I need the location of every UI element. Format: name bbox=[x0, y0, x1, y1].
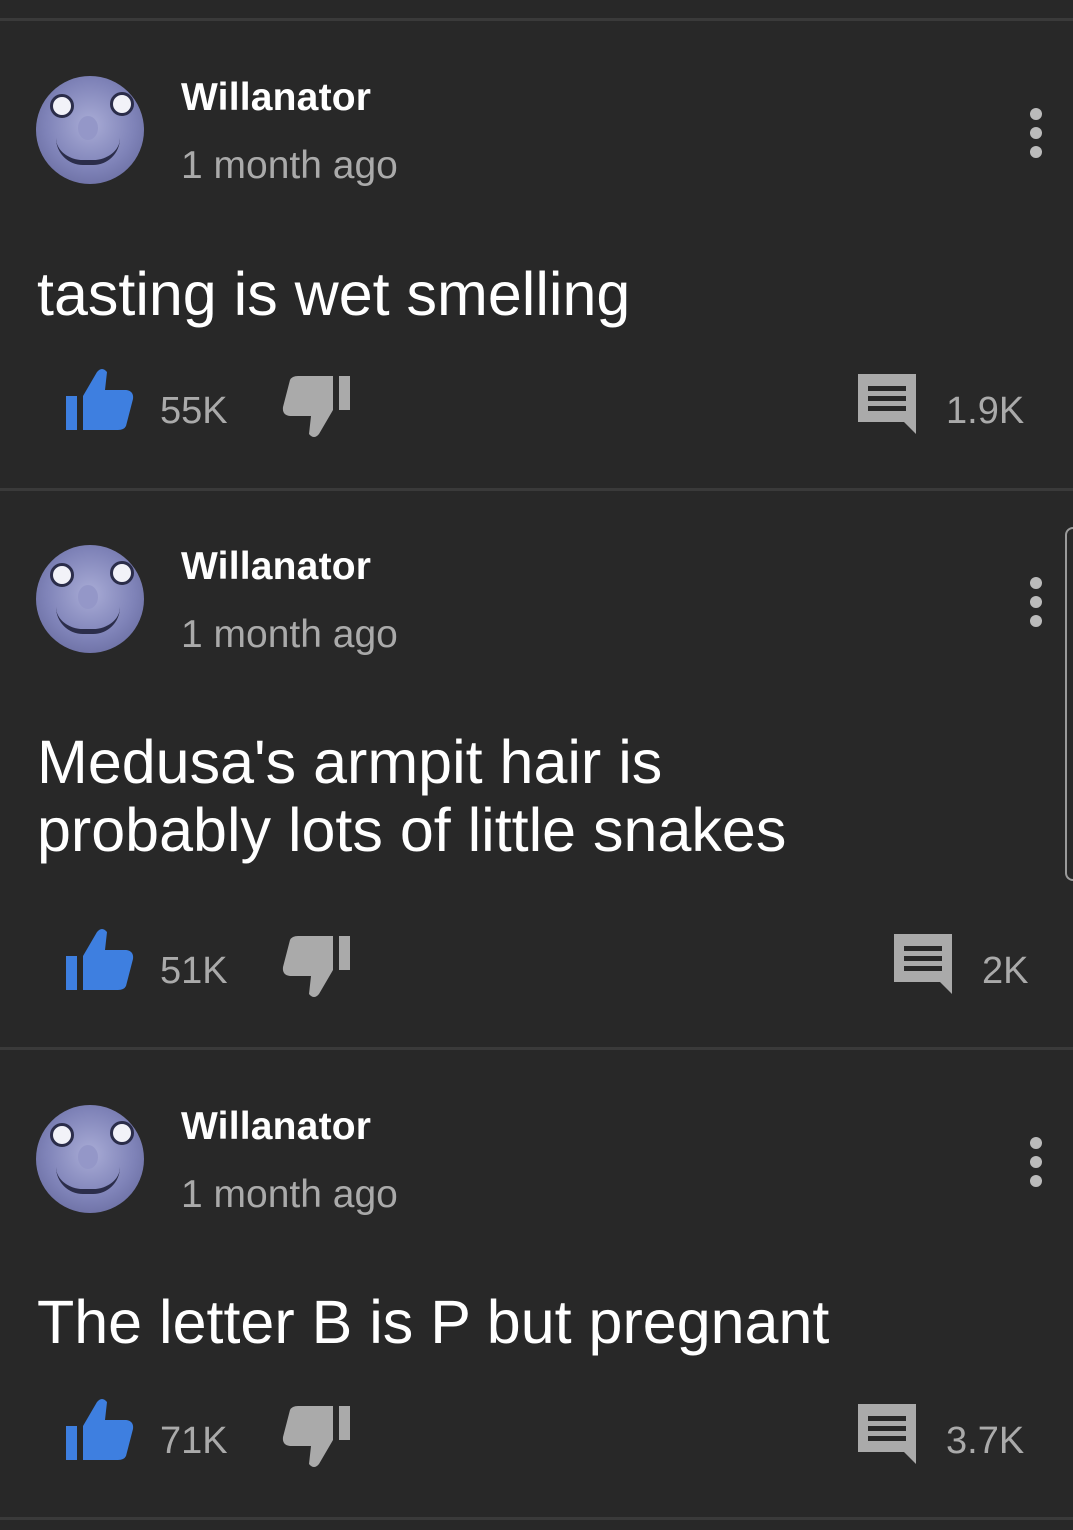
comment-text: The letter B is P but pregnant bbox=[37, 1288, 1037, 1356]
more-vertical-icon[interactable] bbox=[1029, 1137, 1043, 1187]
reply-count[interactable]: 3.7K bbox=[946, 1420, 1024, 1463]
scrollbar[interactable] bbox=[1065, 527, 1073, 881]
like-count: 71K bbox=[160, 1420, 228, 1462]
comment-text-line: The letter B is P but pregnant bbox=[37, 1288, 830, 1356]
comment-card: Willanator 1 month ago The letter B is P… bbox=[0, 0, 1073, 1530]
comment-author[interactable]: Willanator bbox=[181, 1105, 371, 1149]
bottom-divider bbox=[0, 1517, 1073, 1520]
comment-icon[interactable] bbox=[856, 1402, 918, 1464]
avatar[interactable] bbox=[36, 1105, 144, 1213]
thumbs-down-icon[interactable] bbox=[282, 1402, 352, 1472]
comment-timestamp: 1 month ago bbox=[181, 1173, 398, 1216]
thumbs-up-icon[interactable] bbox=[64, 1394, 134, 1464]
